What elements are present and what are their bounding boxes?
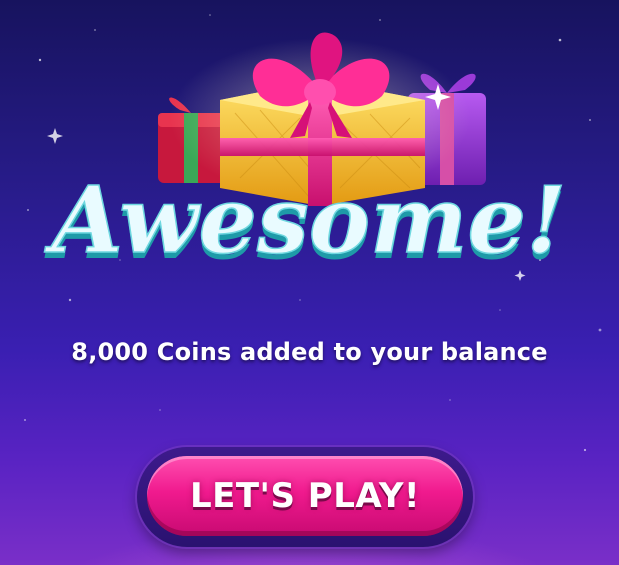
title-text: Awesome! — [44, 166, 567, 274]
lets-play-button[interactable]: LET'S PLAY! — [147, 456, 463, 536]
page-title: Awesome! Awesome! — [43, 165, 567, 280]
play-button-frame: LET'S PLAY! — [137, 447, 473, 547]
lets-play-label: LET'S PLAY! — [189, 476, 421, 516]
reward-message: 8,000 Coins added to your balance — [71, 338, 548, 366]
